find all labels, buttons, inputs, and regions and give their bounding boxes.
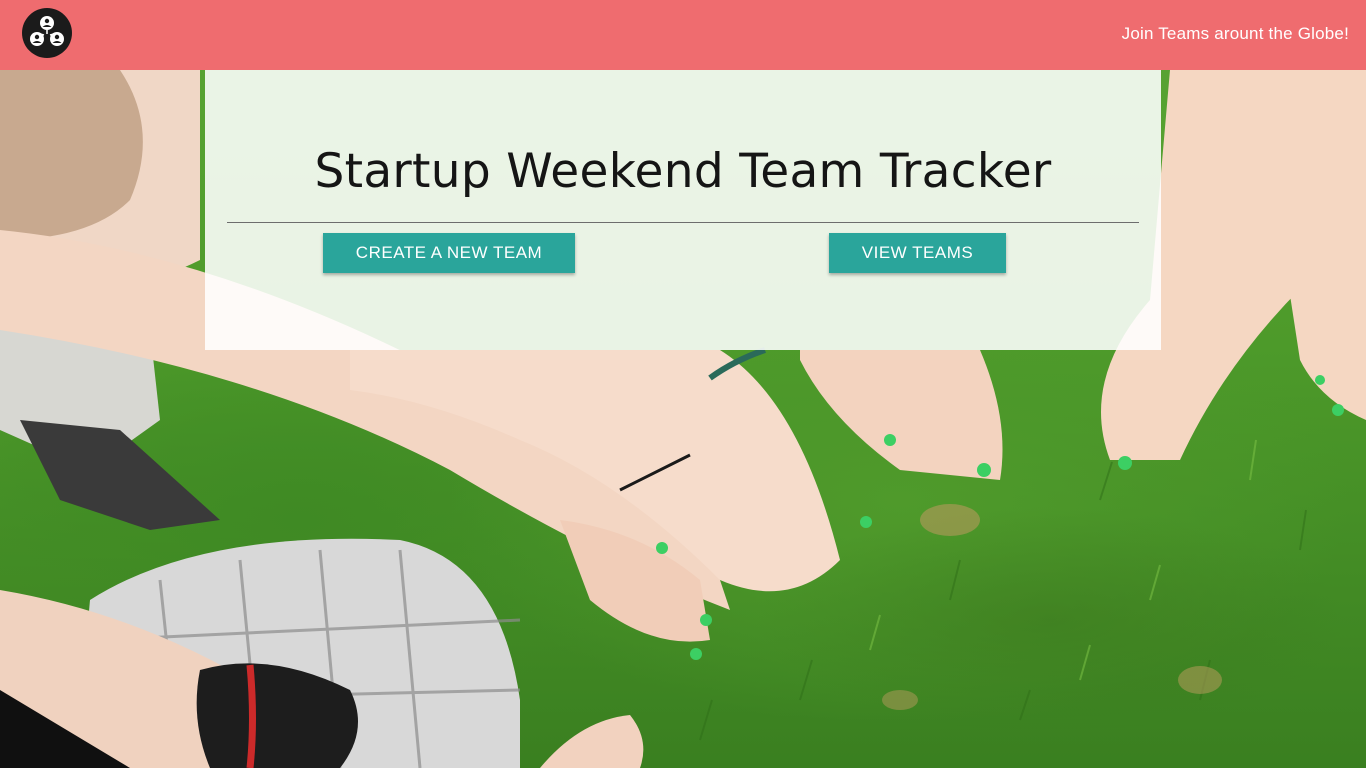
team-network-logo-icon[interactable] bbox=[22, 8, 72, 58]
page: Join Teams arount the Globe! Startup Wee… bbox=[0, 0, 1366, 768]
join-teams-link[interactable]: Join Teams arount the Globe! bbox=[1122, 24, 1349, 44]
divider bbox=[227, 222, 1139, 223]
page-title: Startup Weekend Team Tracker bbox=[314, 144, 1052, 199]
create-team-button[interactable]: CREATE A NEW TEAM bbox=[323, 233, 575, 273]
view-teams-button[interactable]: VIEW TEAMS bbox=[829, 233, 1006, 273]
hero-panel: Startup Weekend Team Tracker CREATE A NE… bbox=[205, 70, 1161, 350]
navbar: Join Teams arount the Globe! bbox=[0, 0, 1366, 70]
